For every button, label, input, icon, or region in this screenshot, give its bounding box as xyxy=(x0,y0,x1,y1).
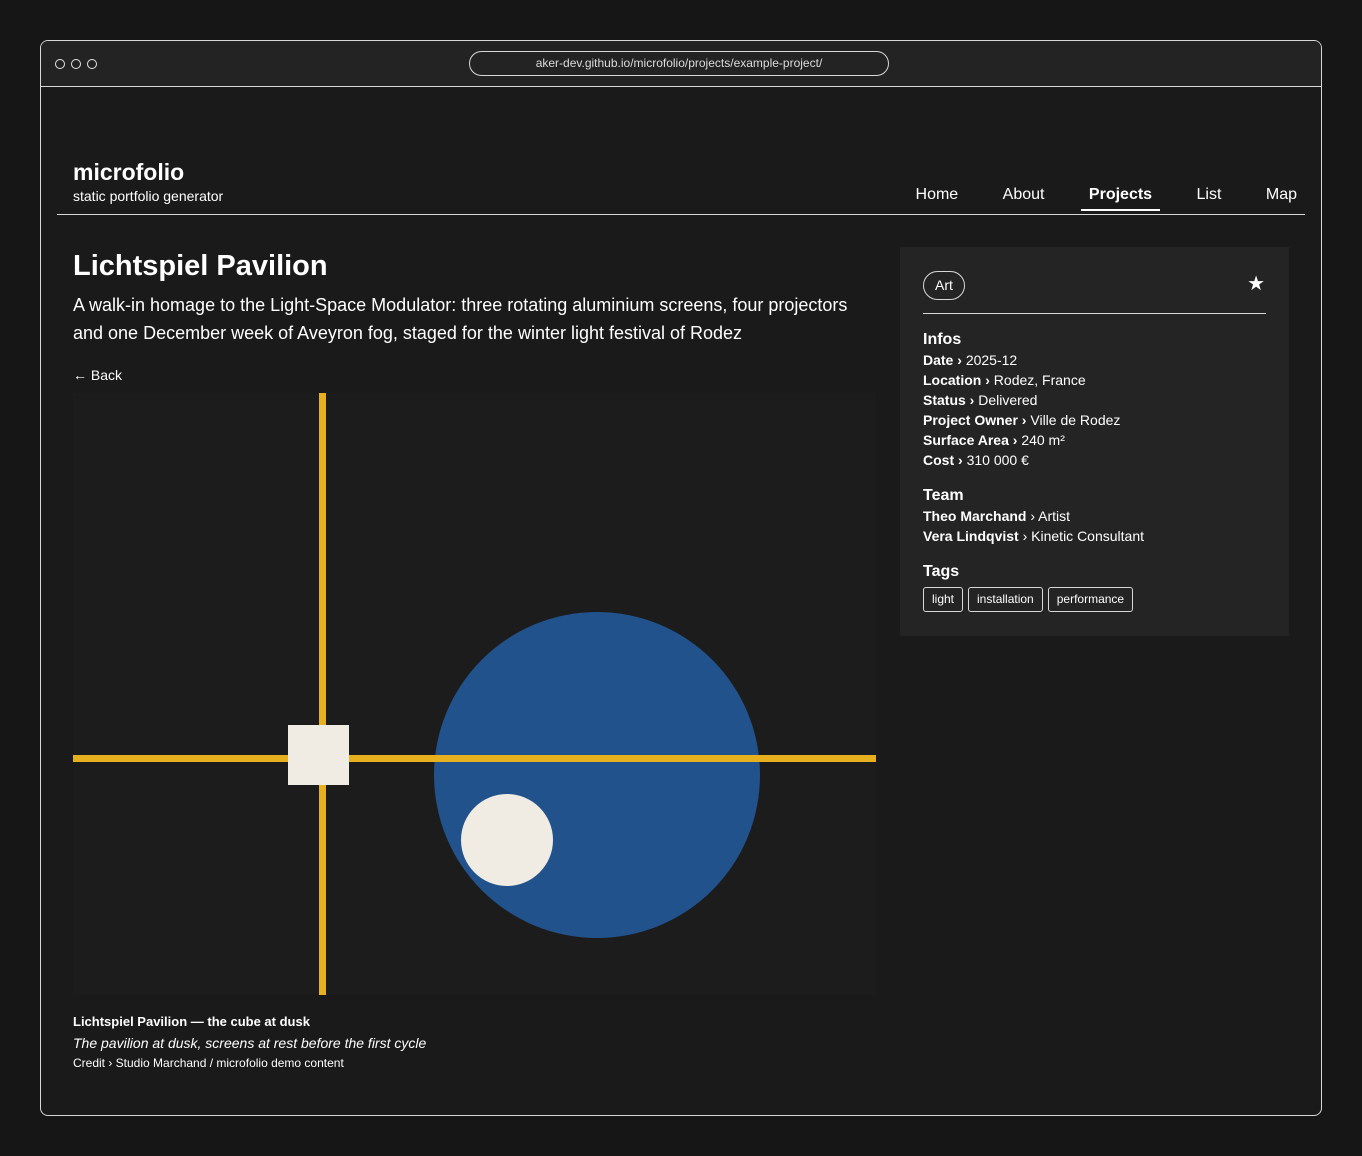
info-separator: › xyxy=(953,352,966,368)
artwork-horizontal-line-overlay xyxy=(434,755,876,762)
nav-list[interactable]: List xyxy=(1189,181,1230,211)
main-nav: Home About Projects List Map xyxy=(884,181,1305,215)
info-label: Surface Area xyxy=(923,432,1009,448)
nav-map[interactable]: Map xyxy=(1258,181,1305,211)
tags-heading: Tags xyxy=(923,563,960,580)
info-value: 310 000 € xyxy=(966,452,1029,468)
team-member: Theo Marchand › Artist xyxy=(923,506,1266,526)
info-row: Cost › 310 000 € xyxy=(923,450,1266,470)
tag-installation[interactable]: installation xyxy=(968,587,1043,612)
team-list: Theo Marchand › Artist Vera Lindqvist › … xyxy=(923,506,1266,546)
category-badge[interactable]: Art xyxy=(923,271,965,300)
info-label: Location xyxy=(923,372,982,388)
team-member: Vera Lindqvist › Kinetic Consultant xyxy=(923,526,1266,546)
team-member-name: Theo Marchand xyxy=(923,508,1027,524)
team-member-name: Vera Lindqvist xyxy=(923,528,1019,544)
info-separator: › xyxy=(954,452,967,468)
artwork-small-circle xyxy=(461,794,553,886)
caption-title: Lichtspiel Pavilion — the cube at dusk xyxy=(73,1014,310,1029)
site-subtitle: static portfolio generator xyxy=(73,188,224,204)
team-separator: › xyxy=(1026,508,1039,524)
caption-credit: Credit › Studio Marchand / microfolio de… xyxy=(73,1056,344,1070)
nav-home[interactable]: Home xyxy=(908,181,967,211)
back-link[interactable]: ← Back xyxy=(73,366,122,384)
tag-performance[interactable]: performance xyxy=(1047,587,1134,612)
info-separator: › xyxy=(1017,412,1031,428)
tag-light[interactable]: light xyxy=(923,587,964,612)
star-icon[interactable]: ★ xyxy=(1247,273,1265,295)
info-label: Date xyxy=(923,352,954,368)
infos-heading: Infos xyxy=(923,331,962,348)
artwork-vertical-line xyxy=(319,393,326,995)
team-member-role: Artist xyxy=(1038,508,1071,524)
site-brand: microfolio static portfolio generator xyxy=(73,158,223,205)
info-separator: › xyxy=(981,372,994,388)
project-title: Lichtspiel Pavilion xyxy=(73,250,328,282)
window-close-dot[interactable] xyxy=(55,59,65,69)
browser-titlebar: aker-dev.github.io/microfolio/projects/e… xyxy=(41,41,1321,87)
project-image[interactable] xyxy=(73,393,876,995)
site-title[interactable]: microfolio xyxy=(73,158,223,186)
tag-list: light installation performance xyxy=(923,587,1266,612)
window-maximize-dot[interactable] xyxy=(87,59,97,69)
project-main: Lichtspiel Pavilion A walk-in homage to … xyxy=(73,248,877,1071)
page: microfolio static portfolio generator Ho… xyxy=(41,88,1321,1115)
info-row: Status › Delivered xyxy=(923,390,1266,410)
project-description: A walk-in homage to the Light-Space Modu… xyxy=(73,295,848,343)
browser-window: aker-dev.github.io/microfolio/projects/e… xyxy=(40,40,1322,1116)
info-value: Rodez, France xyxy=(993,372,1086,388)
info-separator: › xyxy=(965,392,979,408)
team-heading: Team xyxy=(923,487,964,504)
address-bar[interactable]: aker-dev.github.io/microfolio/projects/e… xyxy=(469,51,889,76)
artwork-square xyxy=(288,725,349,785)
info-value: 240 m² xyxy=(1021,432,1065,448)
info-row: Location › Rodez, France xyxy=(923,370,1266,390)
window-minimize-dot[interactable] xyxy=(71,59,81,69)
artwork-blue-circle xyxy=(434,612,760,938)
nav-about[interactable]: About xyxy=(995,181,1053,211)
project-sidebar: Art ★ Infos Date › 2025-12 Location › Ro… xyxy=(900,247,1289,636)
header-divider xyxy=(57,214,1305,215)
info-label: Cost xyxy=(923,452,955,468)
info-label: Status xyxy=(923,392,966,408)
info-value: Delivered xyxy=(978,392,1038,408)
caption-description: The pavilion at dusk, screens at rest be… xyxy=(73,1035,427,1051)
sidebar-header: Art ★ xyxy=(923,271,1266,314)
info-label: Project Owner xyxy=(923,412,1018,428)
info-value: Ville de Rodez xyxy=(1030,412,1121,428)
info-row: Surface Area › 240 m² xyxy=(923,430,1266,450)
info-row: Date › 2025-12 xyxy=(923,350,1266,370)
info-row: Project Owner › Ville de Rodez xyxy=(923,410,1266,430)
project-artwork xyxy=(73,393,876,995)
info-value: 2025-12 xyxy=(965,352,1018,368)
team-separator: › xyxy=(1018,528,1032,544)
team-member-role: Kinetic Consultant xyxy=(1031,528,1144,544)
info-separator: › xyxy=(1008,432,1022,448)
nav-projects[interactable]: Projects xyxy=(1080,181,1161,211)
infos-list: Date › 2025-12 Location › Rodez, France … xyxy=(923,350,1266,470)
